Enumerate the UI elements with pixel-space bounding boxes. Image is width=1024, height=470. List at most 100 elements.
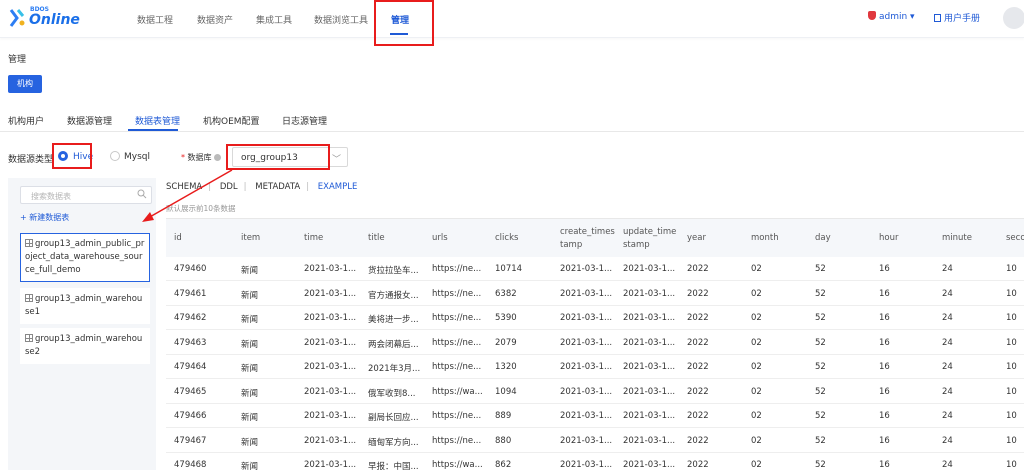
table-cell: https://ne... [432,435,482,446]
table-cell: 新闻 [241,388,259,399]
table-item-label: group13_admin_public_project_data_wareho… [25,239,145,275]
table-cell: 2021-03-1... [304,362,357,372]
new-table-button[interactable]: + 新建数据表 [20,212,69,223]
user-menu[interactable]: admin ▾ [868,11,915,22]
tab-log-source-mgmt[interactable]: 日志源管理 [282,114,327,127]
nav-item-data-engineering[interactable]: 数据工程 [137,13,173,26]
column-header: time [304,233,324,243]
table-cell: 862 [495,460,512,470]
table-cell: 2021-03-1... [623,313,676,323]
table-cell: 新闻 [241,437,259,448]
search-icon[interactable] [137,189,147,199]
table-cell: 6382 [495,288,517,299]
tab-separator: | [243,182,247,192]
tab-datatable-mgmt[interactable]: 数据表管理 [135,114,180,127]
table-cell: 1320 [495,362,517,372]
chevron-down-icon: ﹀ [331,155,341,165]
table-cell: 新闻 [241,364,259,374]
brand-logo[interactable]: BDOS Online [8,6,80,32]
tab-datasource-mgmt[interactable]: 数据源管理 [67,114,112,127]
table-cell: 52 [815,386,826,397]
table-cell: 2021-03-1... [623,288,676,299]
table-cell: 24 [942,264,953,274]
table-cell: 16 [879,313,890,323]
help-icon[interactable] [213,154,221,161]
table-icon [25,239,33,247]
user-manual-label: 用户手册 [944,14,981,24]
tab-ddl[interactable]: DDL [220,182,238,192]
table-cell: 479468 [174,460,207,470]
nav-item-integration-tools[interactable]: 集成工具 [256,13,292,26]
table-item[interactable]: group13_admin_warehouse1 [20,288,150,324]
user-name: admin ▾ [879,12,915,22]
table-cell: https://wa... [432,386,483,397]
table-cell: 缅甸军方向... [368,437,419,448]
table-cell: 10 [1006,288,1017,299]
table-cell: 02 [751,264,762,274]
table-cell: 2021-03-1... [560,460,613,470]
table-cell: 2021-03-1... [304,435,357,446]
table-cell: 早报：中国... [368,462,419,470]
table-cell: 2021-03-1... [560,337,613,348]
tab-example[interactable]: EXAMPLE [318,182,358,192]
table-row: 479464 新闻 2021-03-1... 2021年3月... https://ne… [166,355,1024,379]
table-cell: 10 [1006,313,1017,323]
table-item[interactable]: group13_admin_public_project_data_wareho… [20,233,150,282]
example-data-table: id item time title urls clicks create_times tam… [166,218,1024,470]
column-header: month [751,233,779,243]
table-cell: 02 [751,460,762,470]
column-header: seco [1006,233,1024,243]
table-row: 479461 新闻 2021-03-1... 官方通报女... https://ne..… [166,282,1024,306]
table-cell: 2021-03-1... [623,386,676,397]
table-search-input[interactable]: 搜索数据表 [20,186,152,204]
tab-metadata[interactable]: METADATA [255,182,300,192]
table-cell: 16 [879,386,890,397]
table-cell: 新闻 [241,266,259,276]
avatar[interactable] [1003,7,1024,29]
table-cell: 5390 [495,313,517,323]
table-cell: 10 [1006,460,1017,470]
tab-org-oem-config[interactable]: 机构OEM配置 [203,114,260,127]
table-cell: 2021-03-1... [304,386,357,397]
table-cell: 新闻 [241,290,259,301]
table-cell: 02 [751,435,762,446]
table-cell: https://ne... [432,411,482,421]
mysql-radio[interactable] [110,151,120,161]
table-cell: 02 [751,337,762,348]
column-header: day [815,233,831,243]
tab-org-users[interactable]: 机构用户 [8,114,44,127]
table-cell: 479460 [174,264,207,274]
table-item[interactable]: group13_admin_warehouse2 [20,328,150,364]
nav-item-data-assets[interactable]: 数据资产 [197,13,233,26]
table-cell: 479464 [174,362,207,372]
table-cell: 02 [751,386,762,397]
table-cell: https://ne... [432,337,482,348]
table-row: 479467 新闻 2021-03-1... 缅甸军方向... https://ne..… [166,429,1024,453]
column-header: urls [432,233,448,243]
table-cell: 2022 [687,386,709,397]
table-cell: 889 [495,411,512,421]
table-cell: 俄军收到8... [368,388,416,399]
column-header: year [687,233,706,243]
table-cell: 52 [815,460,826,470]
highlight-database [226,144,330,170]
table-cell: 02 [751,362,762,372]
table-cell: 2021-03-1... [623,435,676,446]
table-cell: 02 [751,288,762,299]
tab-schema[interactable]: SCHEMA [166,182,202,192]
table-cell: 官方通报女... [368,290,419,301]
table-icon [25,334,33,342]
user-manual-link[interactable]: 用户手册 [934,11,980,24]
table-cell: 10 [1006,337,1017,348]
column-header: minute [942,233,972,243]
org-button[interactable]: 机构 [8,75,42,93]
nav-item-data-browse-tools[interactable]: 数据浏览工具 [314,13,368,26]
table-row: 479463 新闻 2021-03-1... 两会闭幕后... https://ne..… [166,331,1024,355]
table-cell: 24 [942,435,953,446]
table-cell: 880 [495,435,512,446]
table-cell: 2021-03-1... [560,411,613,421]
table-row: 479462 新闻 2021-03-1... 美将进一步... https://ne..… [166,306,1024,330]
table-cell: 2021-03-1... [560,386,613,397]
mysql-radio-label[interactable]: Mysql [124,152,150,162]
table-cell: 24 [942,411,953,421]
